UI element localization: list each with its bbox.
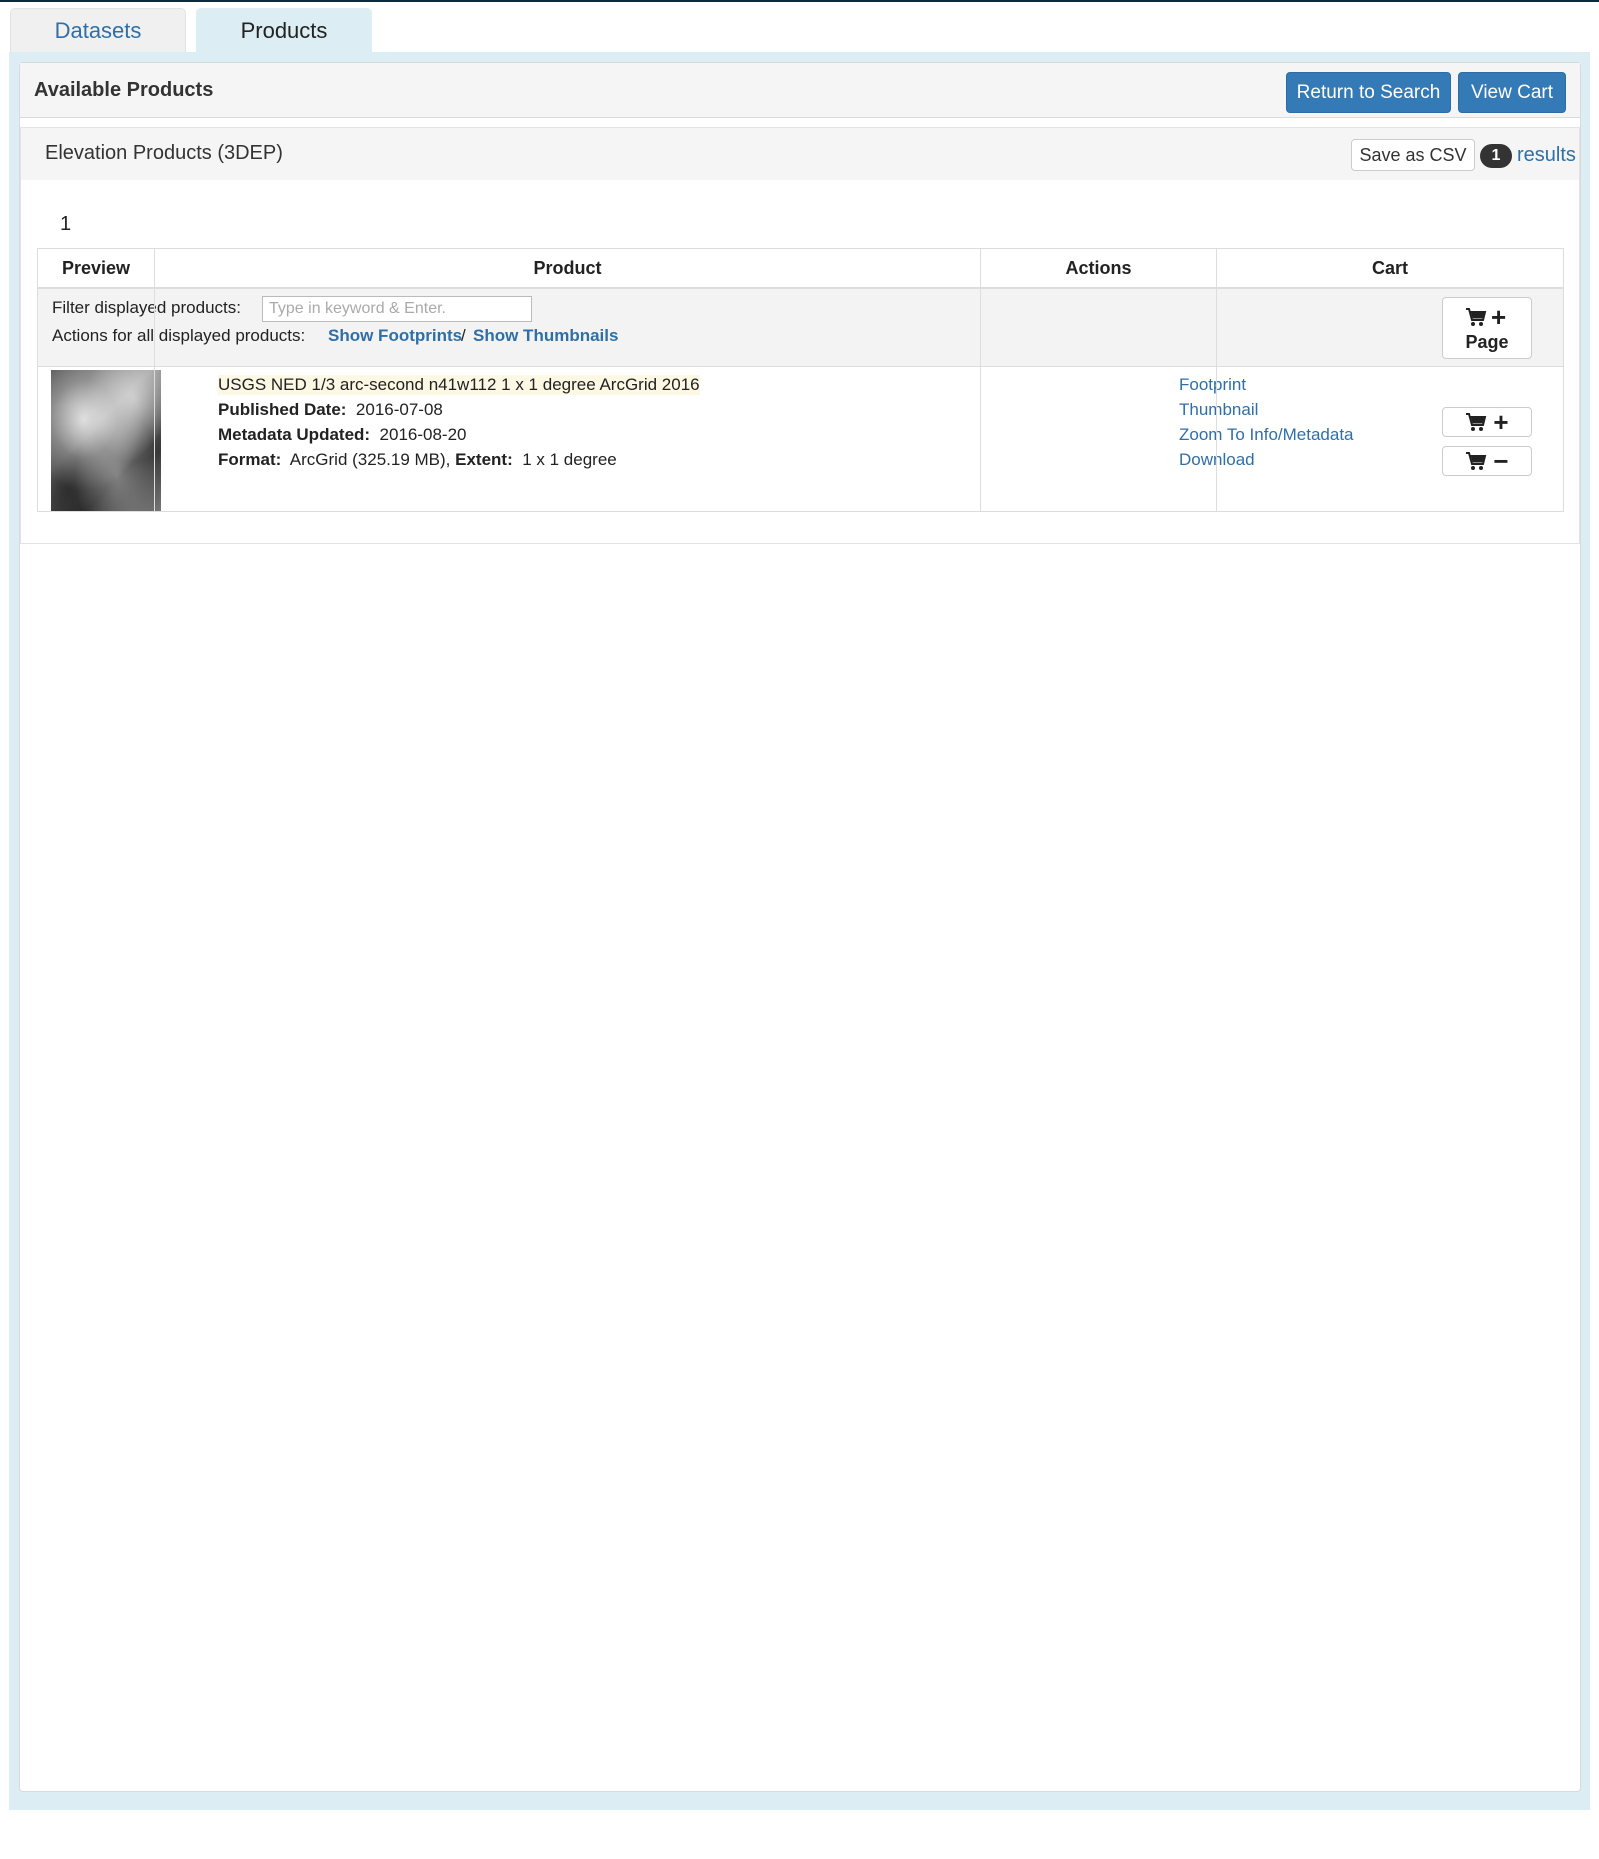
show-thumbnails-link[interactable]: Show Thumbnails [473, 326, 618, 346]
view-cart-button[interactable]: View Cart [1458, 72, 1566, 113]
add-to-cart-button[interactable]: + [1442, 407, 1532, 437]
section-title[interactable]: Elevation Products (3DEP) [45, 142, 283, 165]
table-row: USGS NED 1/3 arc-second n41w112 1 x 1 de… [38, 367, 1563, 511]
column-header-preview: Preview [38, 249, 154, 289]
available-products-panel: Available Products Return to Search View… [19, 62, 1581, 1792]
metadata-updated-value: 2016-08-20 [379, 425, 467, 444]
results-link[interactable]: results [1517, 144, 1576, 167]
column-divider [154, 249, 155, 511]
save-as-csv-button[interactable]: Save as CSV [1351, 139, 1475, 171]
extent-value: 1 x 1 degree [522, 450, 617, 469]
add-page-to-cart-button[interactable]: + Page [1442, 297, 1532, 359]
tab-products[interactable]: Products [196, 8, 372, 53]
products-table: Preview Product Actions Cart Filter disp… [37, 248, 1564, 512]
cart-icon [1466, 452, 1487, 470]
column-header-product: Product [155, 249, 980, 289]
return-to-search-button[interactable]: Return to Search [1286, 72, 1451, 113]
footprint-link[interactable]: Footprint [1179, 375, 1246, 395]
top-border [0, 0, 1599, 2]
filter-row: Filter displayed products: Actions for a… [38, 289, 1563, 367]
column-divider [1216, 249, 1217, 511]
page-label: Page [1465, 332, 1509, 352]
plus-icon: + [1491, 302, 1507, 332]
format-label: Format: [218, 450, 282, 469]
product-thumbnail[interactable] [51, 370, 161, 511]
extent-label: Extent: [455, 450, 513, 469]
format-value: ArcGrid (325.19 MB), [289, 450, 451, 469]
published-date-value: 2016-07-08 [355, 400, 443, 419]
published-date: Published Date: 2016-07-08 [218, 400, 443, 420]
section-header[interactable]: Elevation Products (3DEP) Save as CSV 1 … [21, 128, 1579, 180]
zoom-to-metadata-link[interactable]: Zoom To Info/Metadata [1179, 425, 1354, 445]
column-header-actions: Actions [981, 249, 1216, 289]
metadata-updated-label: Metadata Updated: [218, 425, 371, 444]
show-footprints-link[interactable]: Show Footprints [328, 326, 462, 346]
thumbnail-link[interactable]: Thumbnail [1179, 400, 1258, 420]
cart-icon [1466, 308, 1487, 326]
column-header-cart: Cart [1217, 249, 1563, 289]
tab-datasets[interactable]: Datasets [10, 8, 186, 53]
panel-header: Available Products Return to Search View… [20, 63, 1580, 118]
remove-from-cart-button[interactable]: − [1442, 446, 1532, 476]
result-count-badge: 1 [1480, 144, 1512, 168]
bulk-actions-label: Actions for all displayed products: [52, 326, 306, 345]
panel-title: Available Products [34, 79, 214, 101]
link-separator: / [461, 326, 466, 345]
minus-icon: − [1493, 446, 1509, 476]
published-date-label: Published Date: [218, 400, 347, 419]
plus-icon: + [1493, 407, 1509, 437]
filter-input[interactable] [262, 296, 532, 322]
cart-icon [1466, 413, 1487, 431]
metadata-updated: Metadata Updated: 2016-08-20 [218, 425, 467, 445]
pagination-page-1[interactable]: 1 [60, 213, 71, 236]
filter-label: Filter displayed products: [52, 298, 241, 317]
format-extent: Format: ArcGrid (325.19 MB), Extent: 1 x… [218, 450, 617, 470]
column-divider [980, 249, 981, 511]
elevation-products-section: Elevation Products (3DEP) Save as CSV 1 … [20, 127, 1580, 544]
product-title: USGS NED 1/3 arc-second n41w112 1 x 1 de… [218, 375, 700, 395]
